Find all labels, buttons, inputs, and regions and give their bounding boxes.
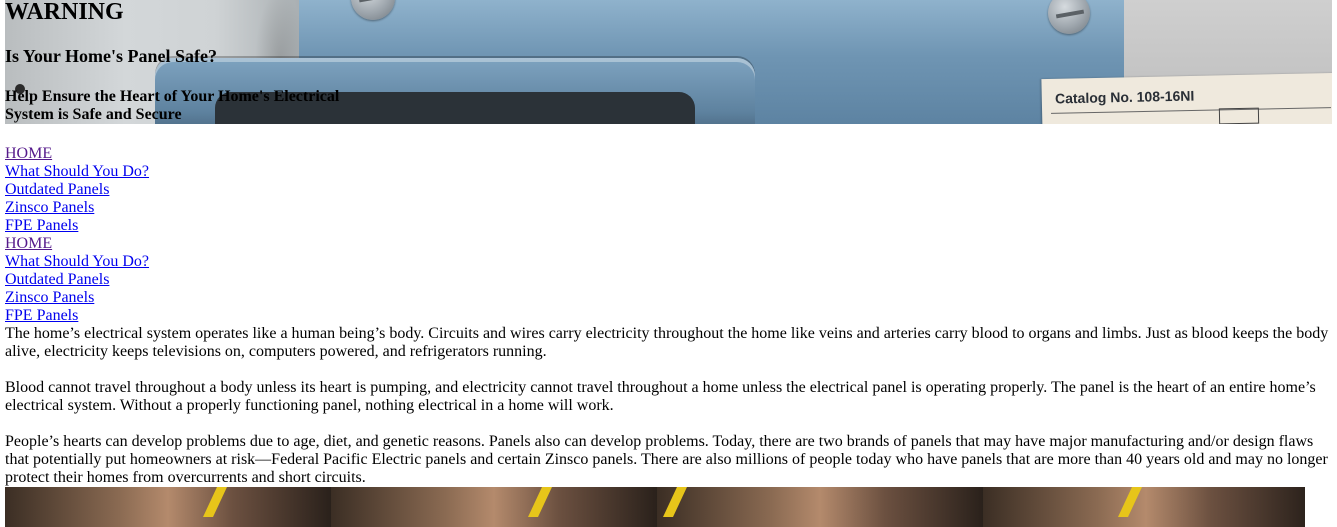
- nav-link-fpe-panels[interactable]: FPE Panels: [5, 217, 149, 235]
- nav-link-home[interactable]: HOME: [5, 145, 149, 163]
- nav-link-what-should-you-do[interactable]: What Should You Do?: [5, 163, 149, 181]
- nav-link-outdated-panels-secondary[interactable]: Outdated Panels: [5, 271, 149, 289]
- catalog-label-box: [1218, 107, 1260, 124]
- strip-photo-tile: [657, 487, 983, 527]
- paragraph: Blood cannot travel throughout a body un…: [5, 379, 1316, 414]
- page-subtitle: Is Your Home's Panel Safe?: [5, 46, 218, 66]
- catalog-label-text: Catalog No. 108-16NI: [1054, 87, 1195, 107]
- paragraph: People’s hearts can develop problems due…: [5, 433, 1328, 486]
- nav-link-zinsco-panels-secondary[interactable]: Zinsco Panels: [5, 289, 149, 307]
- strip-photo-tile: [5, 487, 331, 527]
- nav-link-outdated-panels[interactable]: Outdated Panels: [5, 181, 149, 199]
- footer-image-strip: [5, 487, 1305, 527]
- strip-photo-tile: [331, 487, 657, 527]
- page-title: WARNING: [5, 0, 124, 25]
- paragraph: The home’s electrical system operates li…: [5, 325, 1329, 360]
- page: Catalog No. 108-16NI WARNING Is Your Hom…: [0, 0, 1337, 527]
- nav-link-what-should-you-do-secondary[interactable]: What Should You Do?: [5, 253, 149, 271]
- strip-photo-tile: [983, 487, 1305, 527]
- article-content: The home’s electrical system operates li…: [5, 325, 1332, 505]
- page-tagline: Help Ensure the Heart of Your Home's Ele…: [5, 88, 340, 123]
- nav-link-home-secondary[interactable]: HOME: [5, 235, 149, 253]
- nav-link-fpe-panels-secondary[interactable]: FPE Panels: [5, 307, 149, 325]
- main-nav: HOME What Should You Do? Outdated Panels…: [5, 145, 149, 325]
- nav-link-zinsco-panels[interactable]: Zinsco Panels: [5, 199, 149, 217]
